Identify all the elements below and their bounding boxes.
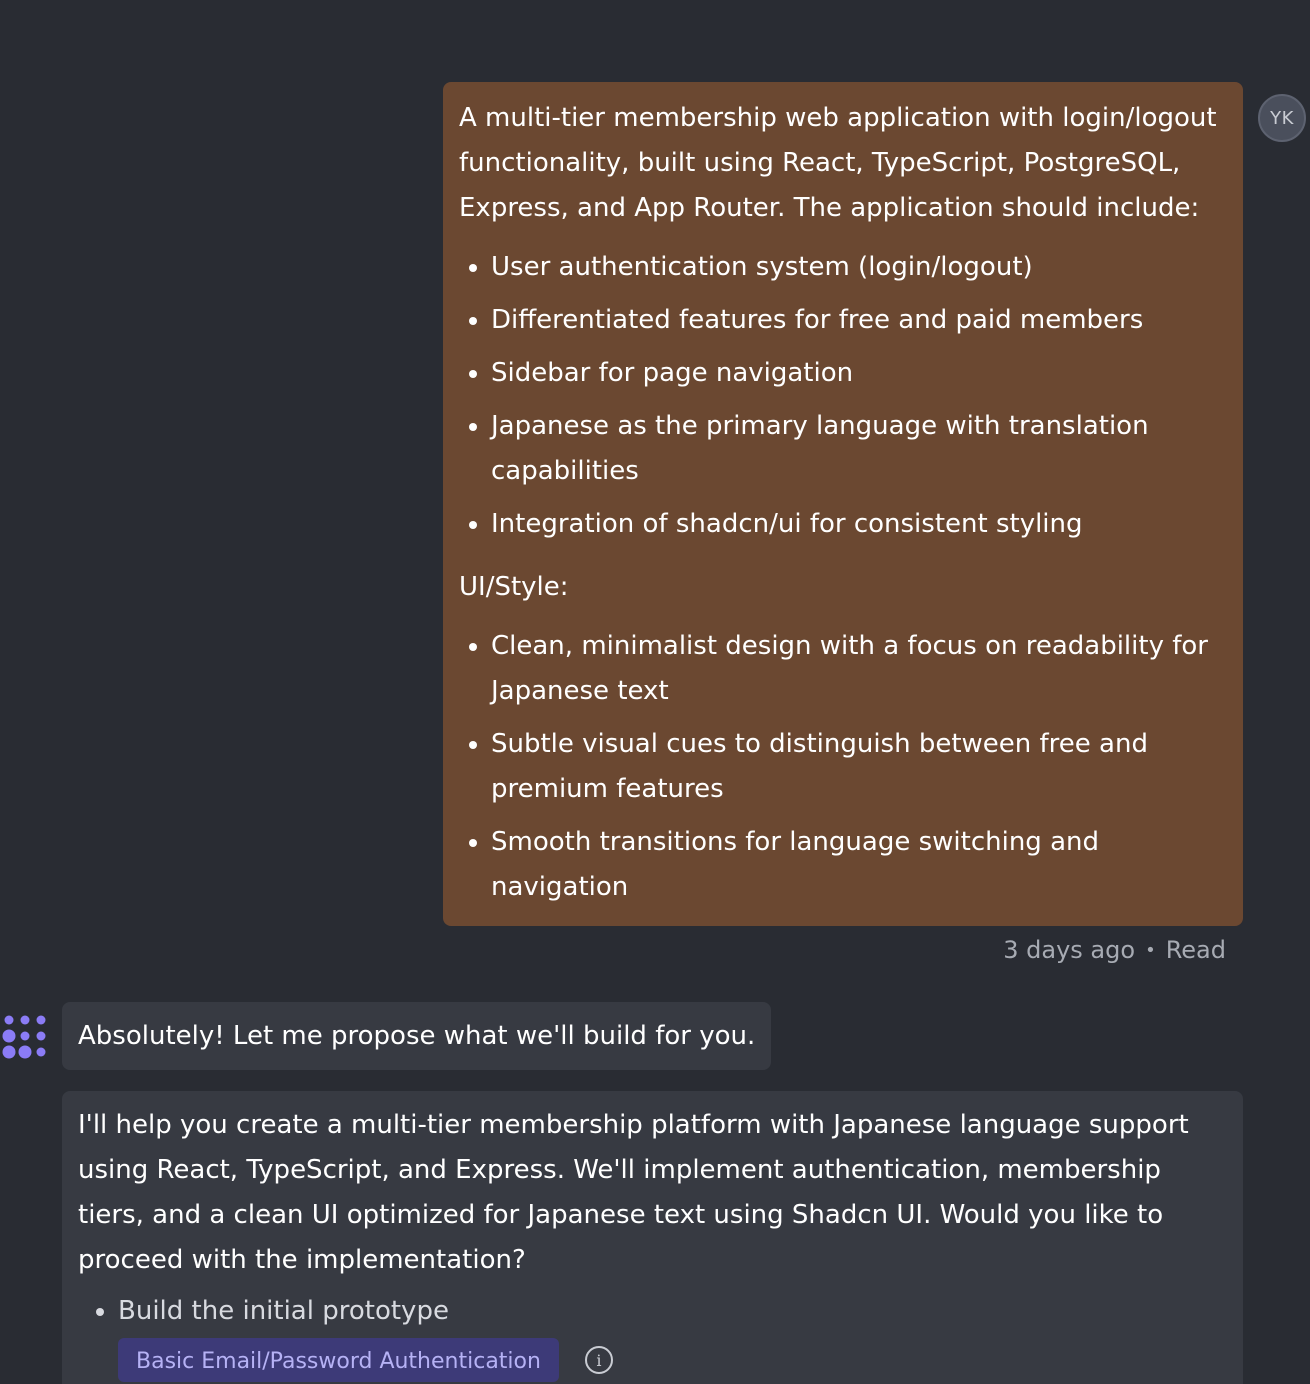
list-item: User authentication system (login/logout… <box>491 245 1227 290</box>
assistant-proposal-bubble: I'll help you create a multi-tier member… <box>62 1091 1243 1384</box>
list-item: Clean, minimalist design with a focus on… <box>491 624 1227 714</box>
assistant-proposal-text: I'll help you create a multi-tier member… <box>78 1110 1189 1275</box>
message-timestamp: 3 days ago <box>1003 936 1136 964</box>
user-message-bubble: A multi-tier membership web application … <box>443 82 1243 926</box>
avatar[interactable]: YK <box>1258 94 1306 142</box>
dots-logo-icon <box>2 1015 46 1059</box>
style-section-label: UI/Style: <box>459 572 569 602</box>
step-list: Build the initial prototype <box>78 1289 1227 1334</box>
message-meta: 3 days ago • Read <box>1003 936 1226 964</box>
read-status: Read <box>1165 936 1226 964</box>
assistant-greeting: Absolutely! Let me propose what we'll bu… <box>78 1021 756 1051</box>
separator-dot: • <box>1145 939 1156 961</box>
list-item: Build the initial prototype <box>118 1289 1227 1334</box>
assistant-greeting-bubble: Absolutely! Let me propose what we'll bu… <box>62 1002 772 1070</box>
chat-page: A multi-tier membership web application … <box>0 0 1310 1384</box>
user-message-intro: A multi-tier membership web application … <box>459 103 1217 223</box>
list-item: Japanese as the primary language with tr… <box>491 404 1227 494</box>
info-icon[interactable]: i <box>584 1346 613 1374</box>
list-item: Sidebar for page navigation <box>491 351 1227 396</box>
feature-tag[interactable]: Basic Email/Password Authentication <box>118 1338 559 1382</box>
list-item: Smooth transitions for language switchin… <box>491 820 1227 910</box>
feature-tag-row: Basic Email/Password Authentication i <box>118 1338 1227 1382</box>
style-list: Clean, minimalist design with a focus on… <box>459 624 1227 910</box>
list-item: Subtle visual cues to distinguish betwee… <box>491 722 1227 812</box>
list-item: Integration of shadcn/ui for consistent … <box>491 502 1227 547</box>
list-item: Differentiated features for free and pai… <box>491 298 1227 343</box>
feature-list: User authentication system (login/logout… <box>459 245 1227 547</box>
